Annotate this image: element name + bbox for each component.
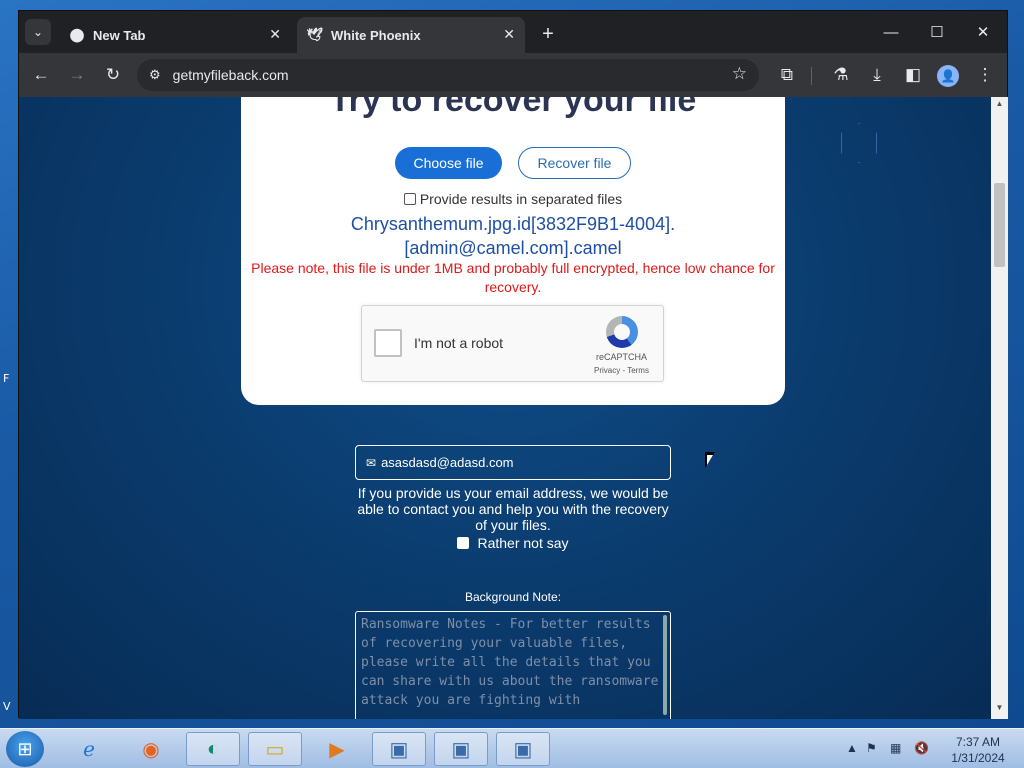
envelope-icon: ✉ [366, 455, 377, 470]
url-text: getmyfileback.com [172, 67, 289, 83]
profile-avatar-icon[interactable]: 👤 [937, 65, 959, 87]
recover-card: Try to recover your file Choose file Rec… [241, 97, 785, 405]
encrypted-filename: Chrysanthemum.jpg.id[3832F9B1-4004]. [ad… [241, 212, 785, 260]
filename-line-1: Chrysanthemum.jpg.id[3832F9B1-4004]. [350, 214, 676, 234]
setup-program-icon[interactable]: ▣ [496, 732, 550, 766]
clock-date: 1/31/2024 [951, 751, 1005, 765]
side-panel-icon[interactable]: ◧ [901, 63, 925, 87]
firefox-icon[interactable]: ◉ [124, 732, 178, 766]
chrome-logo-icon: ⬤ [69, 27, 85, 42]
setup-program-icon[interactable]: ▣ [434, 732, 488, 766]
phoenix-icon: 🕊 [306, 27, 324, 42]
textarea-scrollbar[interactable] [663, 615, 667, 715]
separate-results-label: Provide results in separated files [419, 191, 623, 207]
new-tab-button[interactable]: + [535, 21, 561, 47]
browser-menu-icon[interactable]: ⋮ [973, 63, 997, 87]
toolbar-divider [811, 67, 812, 85]
bookmark-star-icon[interactable]: ☆ [732, 64, 747, 84]
edge-icon[interactable]: ◐ [186, 732, 240, 766]
labs-flask-icon[interactable]: ⚗ [829, 63, 853, 87]
page-title: Try to recover your file [329, 97, 697, 119]
email-value: asasdasd@adasd.com [381, 455, 514, 470]
tab-new-tab[interactable]: ⬤ New Tab ✕ [59, 17, 291, 53]
recaptcha-brand: reCAPTCHA [596, 352, 648, 362]
tab-title: White Phoenix [331, 27, 421, 43]
browser-window: ⌄ ⬤ New Tab ✕ 🕊 White Phoenix ✕ + — ☐ ✕ … [18, 10, 1008, 719]
scroll-down-arrow-icon[interactable]: ▼ [991, 703, 1008, 717]
site-info-icon[interactable]: ⚙ [149, 67, 161, 83]
warning-note: Please note, this file is under 1MB and … [251, 260, 775, 295]
choose-file-button[interactable]: Choose file [395, 147, 502, 179]
download-icon[interactable]: ⤓ [865, 63, 889, 87]
tab-white-phoenix[interactable]: 🕊 White Phoenix ✕ [297, 17, 525, 53]
tab-strip: ⌄ ⬤ New Tab ✕ 🕊 White Phoenix ✕ + — ☐ ✕ [19, 11, 1007, 53]
desktop-icon-fragment: F [3, 372, 10, 385]
maximize-button[interactable]: ☐ [915, 19, 959, 45]
hexagon-decoration [841, 123, 877, 163]
rather-not-say-checkbox[interactable] [457, 537, 470, 549]
back-button[interactable]: ← [29, 63, 53, 87]
minimize-button[interactable]: — [869, 19, 913, 45]
desktop-icon-fragment: V [3, 700, 11, 713]
forward-button[interactable]: → [65, 63, 89, 87]
clock-time: 7:37 AM [955, 735, 1001, 749]
close-tab-icon[interactable]: ✕ [269, 26, 281, 43]
recaptcha-links[interactable]: Privacy - Terms [594, 366, 649, 375]
reload-button[interactable]: ↻ [101, 63, 125, 87]
action-center-flag-icon[interactable]: ⚑ [866, 741, 877, 755]
mouse-cursor-fill [707, 455, 713, 465]
email-help-text: If you provide us your email address, we… [357, 485, 669, 533]
recaptcha-label: I'm not a robot [414, 335, 504, 351]
address-bar[interactable]: ⚙ getmyfileback.com ☆ [137, 59, 759, 91]
file-explorer-icon[interactable]: ▭ [248, 732, 302, 766]
internet-explorer-icon[interactable]: ℯ [62, 732, 116, 766]
setup-program-icon[interactable]: ▣ [372, 732, 426, 766]
rather-not-say-label: Rather not say [477, 535, 569, 551]
extensions-icon[interactable]: ⧉ [775, 63, 799, 87]
recaptcha-widget: I'm not a robot reCAPTCHA Privacy - Term… [361, 305, 664, 382]
volume-muted-icon[interactable]: 🔇 [914, 741, 929, 755]
close-window-button[interactable]: ✕ [961, 19, 1005, 45]
recover-file-button[interactable]: Recover file [518, 147, 631, 179]
browser-toolbar: ← → ↻ ⚙ getmyfileback.com ☆ ⧉ ⚗ ⤓ ◧ 👤 ⋮ [19, 53, 1007, 97]
start-button[interactable]: ⊞ [6, 731, 44, 767]
page-scrollbar[interactable]: ▲ ▼ [991, 97, 1008, 719]
network-icon[interactable]: ▦ [890, 741, 901, 755]
show-hidden-icons-icon[interactable]: ▲ [846, 741, 858, 755]
ransomware-notes-textarea[interactable]: Ransomware Notes - For better results of… [355, 611, 671, 719]
email-field[interactable]: ✉ asasdasd@adasd.com [355, 445, 671, 480]
separate-results-row: Provide results in separated files [241, 191, 785, 207]
taskbar: ⊞ ℯ ◉ ◐ ▭ ▶ ▣ ▣ ▣ ▲ ⚑ ▦ 🔇 7:37 AM 1/31/2… [0, 728, 1024, 768]
recaptcha-logo-icon [606, 316, 638, 348]
separate-results-checkbox[interactable] [403, 193, 416, 205]
tab-title: New Tab [93, 27, 146, 43]
rather-not-say-row: Rather not say [19, 535, 991, 551]
page-viewport: Try to recover your file Choose file Rec… [19, 97, 991, 719]
scroll-up-arrow-icon[interactable]: ▲ [991, 99, 1008, 113]
media-player-icon[interactable]: ▶ [310, 732, 364, 766]
filename-line-2: [admin@camel.com].camel [404, 238, 622, 258]
tab-search-button[interactable]: ⌄ [25, 19, 51, 45]
close-tab-icon[interactable]: ✕ [503, 26, 515, 43]
scroll-thumb[interactable] [994, 183, 1005, 267]
system-clock[interactable]: 7:37 AM 1/31/2024 [940, 734, 1016, 766]
background-note-label: Background Note: [464, 590, 562, 604]
recaptcha-checkbox[interactable] [374, 329, 402, 357]
